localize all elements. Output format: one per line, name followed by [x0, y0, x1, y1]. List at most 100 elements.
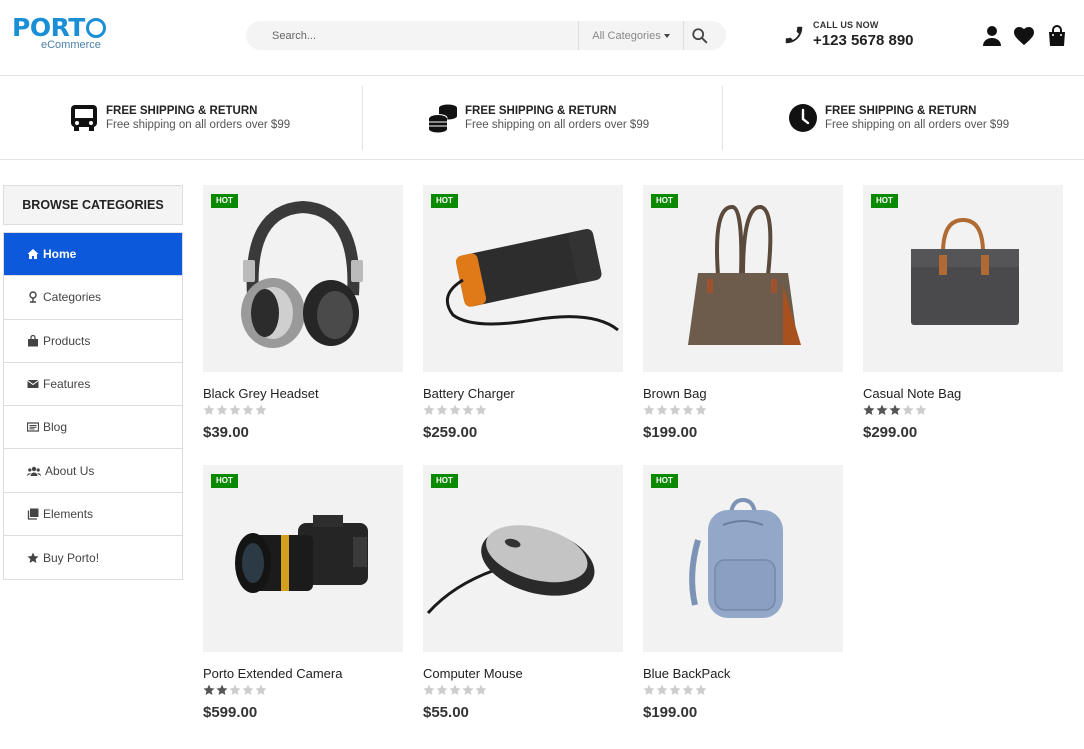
battery-charger-image	[445, 229, 619, 332]
sidebar-item-label: Home	[43, 247, 77, 262]
service-info-bar: FREE SHIPPING & RETURN Free shipping on …	[0, 76, 1084, 160]
info-item-shipping: FREE SHIPPING & RETURN Free shipping on …	[68, 85, 428, 150]
product-name[interactable]: Casual Note Bag	[863, 386, 1063, 401]
product-name[interactable]: Blue BackPack	[643, 666, 843, 681]
star-icon	[449, 684, 461, 695]
logo[interactable]: PORT eCommerce	[12, 14, 106, 51]
hot-badge: HOT	[211, 194, 238, 208]
backpack-image	[689, 497, 783, 618]
star-icon	[643, 684, 655, 695]
star-icon	[669, 684, 681, 695]
categories-icon	[29, 291, 37, 304]
star-icon	[27, 552, 39, 563]
sidebar-title: BROWSE CATEGORIES	[3, 185, 183, 225]
product-price: $39.00	[203, 424, 249, 441]
layers-icon	[27, 508, 39, 520]
product-card[interactable]: HOT Computer Mouse $55.00	[423, 465, 623, 721]
call-label: CALL US NOW	[813, 20, 879, 30]
home-icon	[27, 249, 39, 260]
info-title: FREE SHIPPING & RETURN	[106, 104, 258, 117]
call-us[interactable]: CALL US NOW +123 5678 890	[783, 20, 914, 49]
sidebar-item-blog[interactable]: Blog	[4, 406, 182, 450]
divider	[722, 86, 723, 150]
sidebar-item-products[interactable]: Products	[4, 320, 182, 363]
star-icon	[695, 684, 707, 695]
product-name[interactable]: Computer Mouse	[423, 666, 623, 681]
product-card[interactable]: HOT Casual Note Bag $299.00	[863, 185, 1063, 441]
product-name[interactable]: Battery Charger	[423, 386, 623, 401]
hot-badge: HOT	[431, 194, 458, 208]
rating-stars	[203, 684, 403, 696]
sidebar-item-categories[interactable]: Categories	[4, 276, 182, 320]
product-price: $55.00	[423, 704, 469, 721]
caret-down-icon	[663, 33, 670, 38]
info-title: FREE SHIPPING & RETURN	[465, 104, 617, 117]
info-item-coins: FREE SHIPPING & RETURN Free shipping on …	[427, 85, 787, 150]
hot-badge: HOT	[431, 474, 458, 488]
logo-text: PORT	[12, 13, 85, 42]
star-icon	[436, 404, 448, 415]
product-card[interactable]: HOT Black Grey Headset $39.00	[203, 185, 403, 441]
product-card[interactable]: HOT Blue BackPack $199.00	[643, 465, 843, 721]
product-image[interactable]: HOT	[643, 185, 843, 372]
rating-stars	[643, 684, 843, 696]
sidebar-item-features[interactable]: Features	[4, 363, 182, 407]
sidebar-item-elements[interactable]: Elements	[4, 493, 182, 537]
coins-icon	[428, 104, 457, 132]
sidebar-item-label: Products	[43, 333, 91, 348]
computer-mouse-image	[426, 525, 595, 614]
hot-badge: HOT	[871, 194, 898, 208]
product-card[interactable]: HOT Porto Extended Camera $599.00	[203, 465, 403, 721]
product-card[interactable]: HOT Battery Charger $259.00	[423, 185, 623, 441]
product-image[interactable]: HOT	[423, 465, 623, 652]
star-icon	[449, 404, 461, 415]
sidebar-item-label: About Us	[45, 463, 95, 478]
star-icon	[216, 404, 228, 415]
sidebar-item-label: Blog	[43, 420, 68, 435]
search-input[interactable]	[264, 21, 574, 50]
star-icon	[656, 684, 668, 695]
star-icon	[643, 404, 655, 415]
heart-icon[interactable]	[1012, 24, 1036, 48]
sidebar-item-home[interactable]: Home	[4, 233, 182, 277]
sidebar-item-label: Categories	[43, 290, 102, 305]
category-sidebar: BROWSE CATEGORIES Home Categories Produc…	[3, 185, 183, 581]
rating-stars	[643, 404, 843, 416]
product-card[interactable]: HOT Brown Bag $199.00	[643, 185, 843, 441]
sidebar-item-label: Features	[43, 377, 91, 392]
info-text: Free shipping on all orders over $99	[465, 118, 650, 131]
info-text: Free shipping on all orders over $99	[825, 118, 1010, 131]
star-icon	[423, 404, 435, 415]
hot-badge: HOT	[211, 474, 238, 488]
product-name[interactable]: Brown Bag	[643, 386, 843, 401]
product-name[interactable]: Black Grey Headset	[203, 386, 403, 401]
product-image[interactable]: HOT	[203, 465, 403, 652]
search-bar: All Categories	[246, 21, 726, 50]
star-icon	[216, 684, 228, 695]
product-name[interactable]: Porto Extended Camera	[203, 666, 403, 681]
star-icon	[475, 684, 487, 695]
category-select[interactable]: All Categories	[578, 21, 684, 50]
product-image[interactable]: HOT	[423, 185, 623, 372]
product-price: $199.00	[643, 424, 698, 441]
star-icon	[682, 404, 694, 415]
product-image[interactable]: HOT	[203, 185, 403, 372]
sidebar-item-buy-porto[interactable]: Buy Porto!	[4, 536, 182, 579]
star-icon	[889, 404, 901, 415]
bus-icon	[71, 104, 97, 131]
star-icon	[255, 684, 267, 695]
shopping-bag-icon[interactable]	[1045, 24, 1069, 48]
product-image[interactable]: HOT	[643, 465, 843, 652]
star-icon	[915, 404, 927, 415]
sidebar-menu: Home Categories Products Features Blog A…	[3, 232, 183, 581]
star-icon	[902, 404, 914, 415]
info-item-clock: FREE SHIPPING & RETURN Free shipping on …	[787, 85, 1084, 150]
product-image[interactable]: HOT	[863, 185, 1063, 372]
star-icon	[229, 404, 241, 415]
search-icon[interactable]	[691, 27, 709, 45]
sidebar-item-about-us[interactable]: About Us	[4, 449, 182, 493]
rating-stars	[863, 404, 1063, 416]
blog-icon	[27, 422, 39, 432]
user-icon[interactable]	[980, 24, 1004, 48]
star-icon	[695, 404, 707, 415]
